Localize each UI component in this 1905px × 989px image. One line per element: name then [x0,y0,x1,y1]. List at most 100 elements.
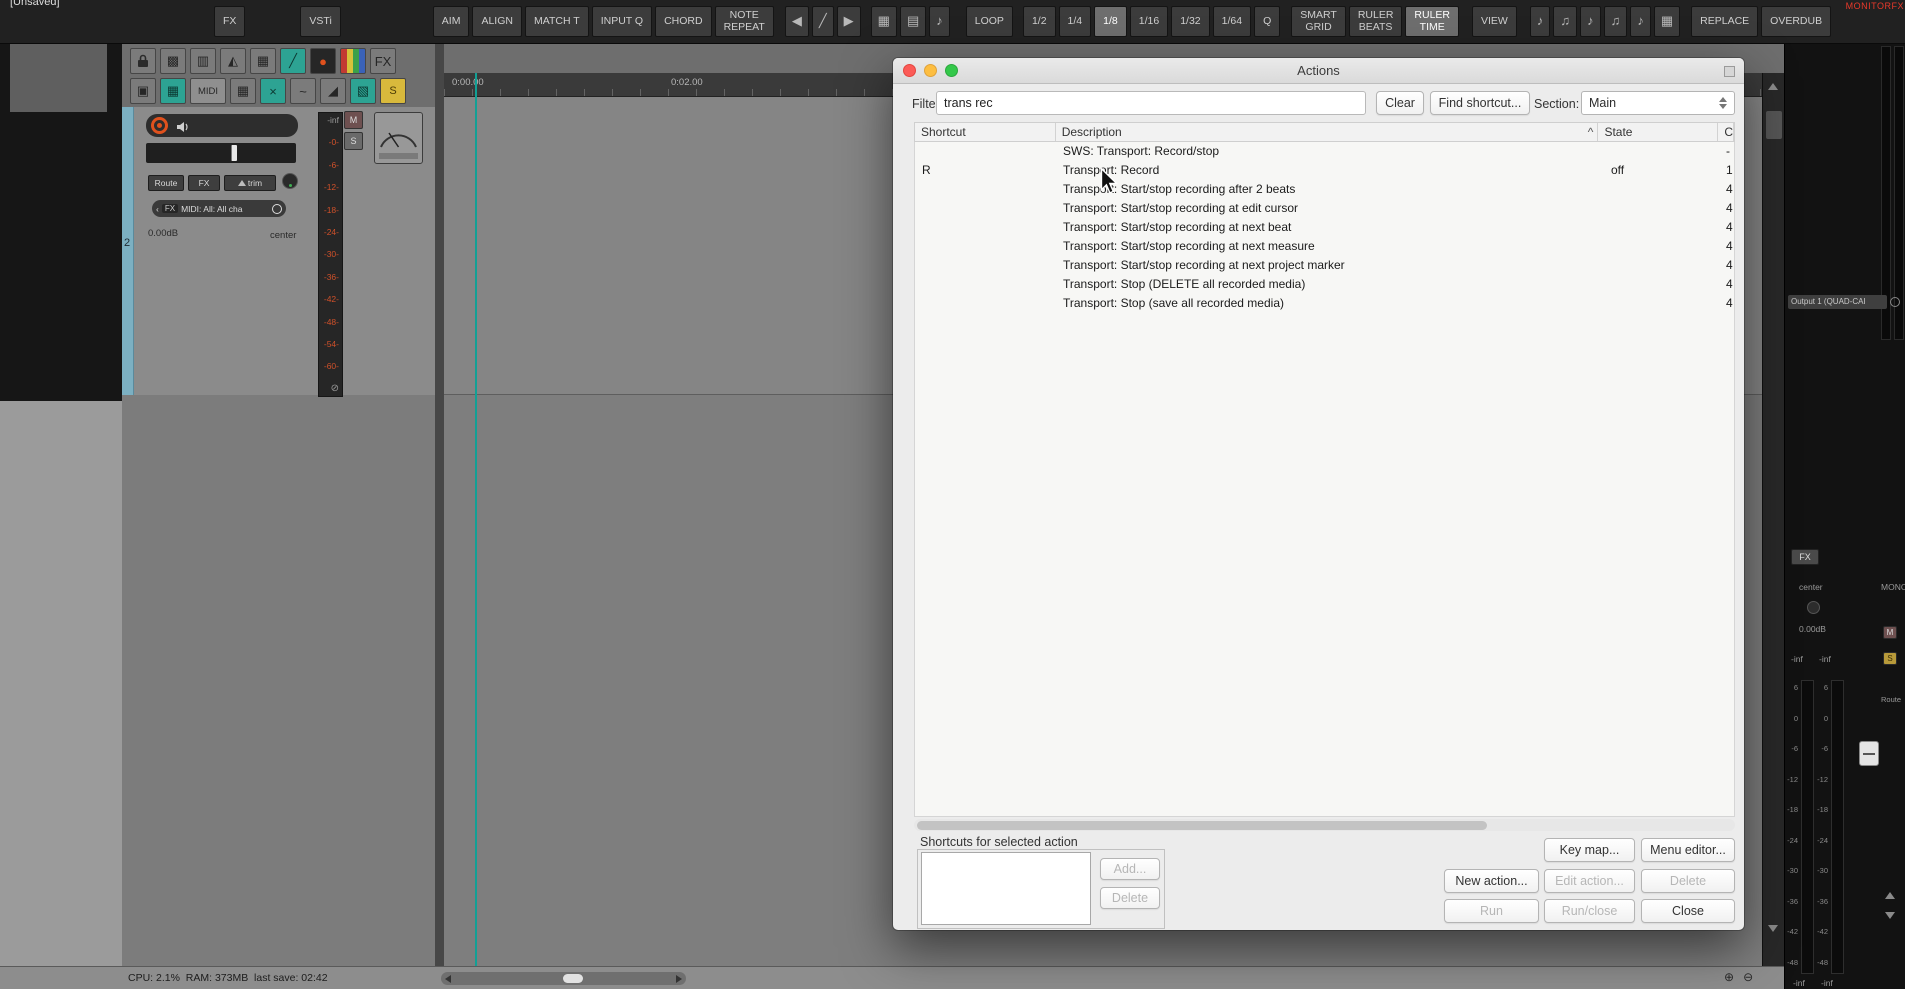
routing-matrix-icon[interactable]: ▥ [190,48,216,74]
track-selected-strip[interactable] [122,107,134,395]
close-button[interactable]: Close [1641,899,1735,923]
prev-marker-icon[interactable]: ◀ [784,6,809,37]
minimize-window-button[interactable] [924,64,937,77]
action-row[interactable]: R Transport: Record off 1 [915,161,1734,180]
pencil-edit-icon[interactable]: ╱ [811,6,834,37]
pan-readout[interactable]: center [270,230,296,241]
volume-fader[interactable] [146,143,296,163]
action-row[interactable]: Transport: Start/stop recording at edit … [915,199,1734,218]
route-button[interactable]: Route [148,175,184,191]
toolbar-action-button[interactable]: INPUT Q [591,6,653,37]
grid-icon[interactable]: ▦ [250,48,276,74]
toolbar-action-button[interactable]: NOTE REPEAT [714,6,774,37]
vertical-scrollbar[interactable] [1762,73,1784,966]
run-button[interactable]: Run [1444,899,1539,923]
scroll-right-icon[interactable] [676,975,682,983]
midi-tool-icon[interactable]: ♪ [1580,6,1601,37]
action-row[interactable]: Transport: Start/stop recording at next … [915,218,1734,237]
edit-cursor[interactable] [475,73,477,966]
trim-button[interactable]: trim [224,175,276,191]
view-button[interactable]: VIEW [1472,6,1517,37]
select-tool-icon[interactable]: ▧ [350,78,376,104]
midi-tool-icon[interactable]: ♪ [1529,6,1551,37]
mixer-pan-knob[interactable] [1807,601,1820,614]
mixer-mute-button[interactable]: M [1883,626,1897,639]
scroll-up-icon[interactable] [1768,83,1778,90]
clear-button[interactable]: Clear [1376,91,1424,115]
crossfade-icon[interactable]: ◢ [320,78,346,104]
list-scroll-thumb[interactable] [917,820,1487,830]
division-button[interactable]: 1/2 [1022,6,1056,37]
scroll-down-icon[interactable] [1768,925,1778,932]
quantize-button[interactable]: Q [1254,6,1281,37]
play-icon[interactable]: ▶ [836,6,861,37]
mixer-pan-readout[interactable]: center [1799,582,1823,592]
grid-dots-icon[interactable]: ▩ [160,48,186,74]
toolbar-action-button[interactable]: AIM [432,6,470,37]
grid-settings-icon[interactable]: ▦ [230,78,256,104]
toolbar-action-button[interactable]: MATCH T [524,6,589,37]
dialog-titlebar[interactable]: Actions [893,58,1744,84]
list-horizontal-scrollbar[interactable] [914,819,1735,831]
draw-mode-icon[interactable]: ╱ [280,48,306,74]
division-button[interactable]: 1/4 [1058,6,1092,37]
column-header-state[interactable]: State [1598,123,1719,141]
scroll-left-icon[interactable] [445,975,451,983]
action-row[interactable]: Transport: Start/stop recording at next … [915,256,1734,275]
midi-tool-icon[interactable]: ♪ [1630,6,1651,37]
run-close-button[interactable]: Run/close [1544,899,1635,923]
overdub-button[interactable]: OVERDUB [1761,6,1832,37]
loop-button[interactable]: LOOP [965,6,1013,37]
column-header-count[interactable]: C [1718,123,1734,141]
mute-button[interactable]: M [344,111,363,129]
track-fx-button[interactable]: FX [188,175,220,191]
replace-button[interactable]: REPLACE [1691,6,1759,37]
mixer-scroll-down-icon[interactable] [1885,912,1895,919]
midi-tool-icon[interactable]: ♫ [1603,6,1628,37]
volume-readout[interactable]: 0.00dB [148,228,178,239]
dock-window-icon[interactable] [1724,66,1735,77]
track-name-field[interactable] [146,114,298,137]
horizontal-scrollbar[interactable] [441,972,686,985]
vsti-button[interactable]: VSTi [300,6,341,37]
midi-tool-icon[interactable]: ▦ [1653,6,1681,37]
column-header-shortcut[interactable]: Shortcut [915,123,1056,141]
grid-lines-icon[interactable]: ▦ [870,6,897,37]
action-row[interactable]: Transport: Stop (DELETE all recorded med… [915,275,1734,294]
monitor-speaker-icon[interactable] [176,120,190,138]
volume-fader-handle[interactable] [231,145,237,161]
panel-divider[interactable] [435,44,444,966]
delete-shortcut-button[interactable]: Delete [1100,887,1160,909]
section-select[interactable]: Main [1581,91,1735,115]
output-toggle-icon[interactable] [1890,297,1900,307]
io-routing-pill[interactable]: ‹ FX MIDI: All: All cha [152,200,286,217]
ruler-mode-button[interactable]: RULER BEATS [1348,6,1403,37]
mixer-route-button[interactable]: Route [1881,695,1901,704]
mixer-fx-button[interactable]: FX [1791,549,1819,565]
note-source-icon[interactable]: ♪ [929,6,950,37]
solo-button[interactable]: S [344,132,363,150]
grid-frame-icon[interactable]: ▤ [899,6,927,37]
toolbar-action-button[interactable]: CHORD [655,6,712,37]
fx-button[interactable]: FX [214,6,246,37]
meter-clip-icon[interactable]: ⊘ [331,383,339,394]
find-shortcut-button[interactable]: Find shortcut... [1430,91,1530,115]
midi-tool-icon[interactable]: ♫ [1553,6,1578,37]
pan-knob[interactable] [282,173,298,189]
midi-editor-button[interactable]: MIDI [190,78,226,104]
fx-chain-icon[interactable]: FX [370,48,396,74]
vertical-scroll-thumb[interactable] [1766,111,1782,139]
column-header-description[interactable]: Description ^ [1056,123,1599,141]
action-row[interactable]: Transport: Start/stop recording at next … [915,237,1734,256]
action-row[interactable]: SWS: Transport: Record/stop - [915,142,1734,161]
delete-action-button[interactable]: Delete [1641,869,1735,893]
division-button[interactable]: 1/64 [1212,6,1252,37]
output-hardware-button[interactable]: Output 1 (QUAD-CAI [1788,295,1887,309]
division-button[interactable]: 1/32 [1171,6,1210,37]
master-fader-handle[interactable] [1859,741,1879,766]
new-action-button[interactable]: New action... [1444,869,1539,893]
shortcuts-listbox[interactable] [921,852,1091,925]
erase-icon[interactable]: × [260,78,286,104]
edit-action-button[interactable]: Edit action... [1544,869,1635,893]
action-row[interactable]: Transport: Start/stop recording after 2 … [915,180,1734,199]
